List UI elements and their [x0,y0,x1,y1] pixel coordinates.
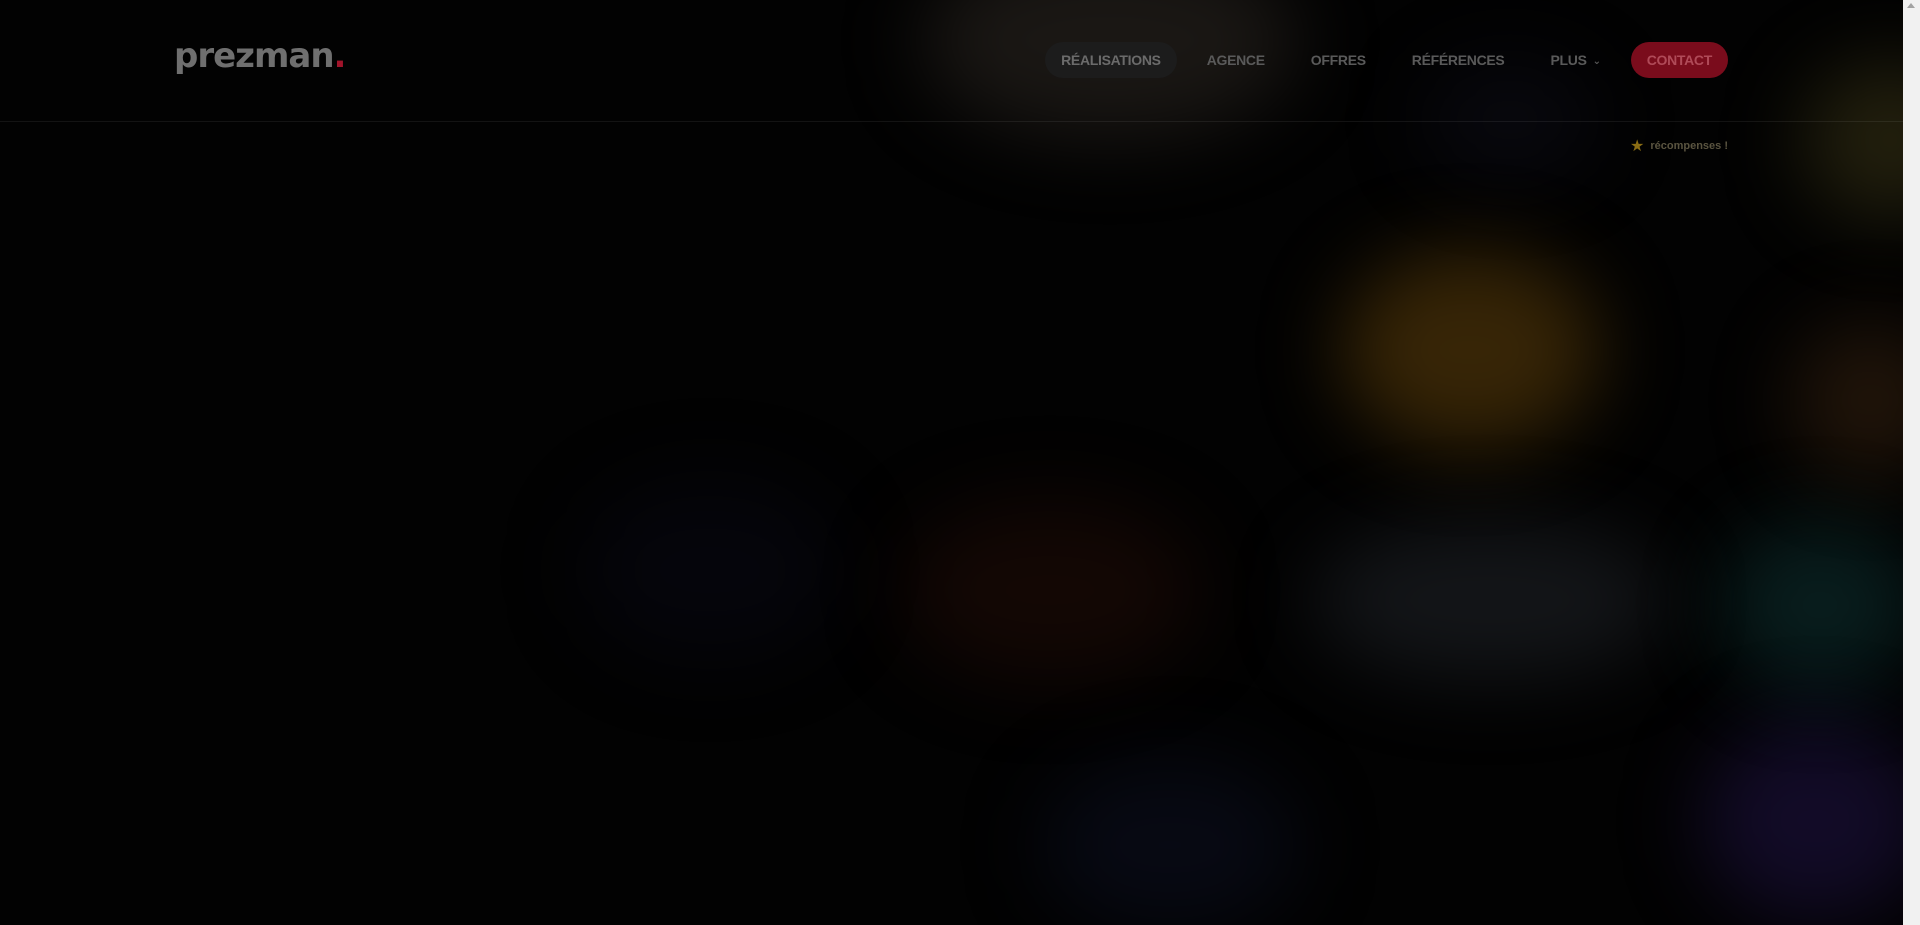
awards-label: récompenses ! [1650,140,1728,152]
nav-plus[interactable]: PLUS ⌄ [1534,42,1616,78]
site-header: prezman. RÉALISATIONS AGENCE OFFRES RÉFÉ… [0,0,1903,122]
logo-text: prezman [174,36,335,76]
star-icon: ★ [1630,138,1645,155]
blurred-background [0,0,1903,925]
vertical-scrollbar[interactable] [1903,0,1920,925]
page-viewport: prezman. RÉALISATIONS AGENCE OFFRES RÉFÉ… [0,0,1903,925]
awards-link[interactable]: ★ récompenses ! [1630,136,1728,156]
nav-references[interactable]: RÉFÉRENCES [1396,42,1521,78]
nav-plus-label: PLUS [1550,52,1587,68]
logo-dot: . [333,36,347,76]
nav-offres[interactable]: OFFRES [1295,42,1382,78]
nav-agence[interactable]: AGENCE [1191,42,1281,78]
chevron-down-icon: ⌄ [1592,56,1601,67]
main-nav: RÉALISATIONS AGENCE OFFRES RÉFÉRENCES PL… [1045,42,1728,78]
scroll-up-arrow-icon[interactable] [1907,3,1915,8]
contact-button[interactable]: CONTACT [1630,42,1728,78]
nav-realisations[interactable]: RÉALISATIONS [1045,42,1177,78]
logo[interactable]: prezman. [174,36,347,76]
